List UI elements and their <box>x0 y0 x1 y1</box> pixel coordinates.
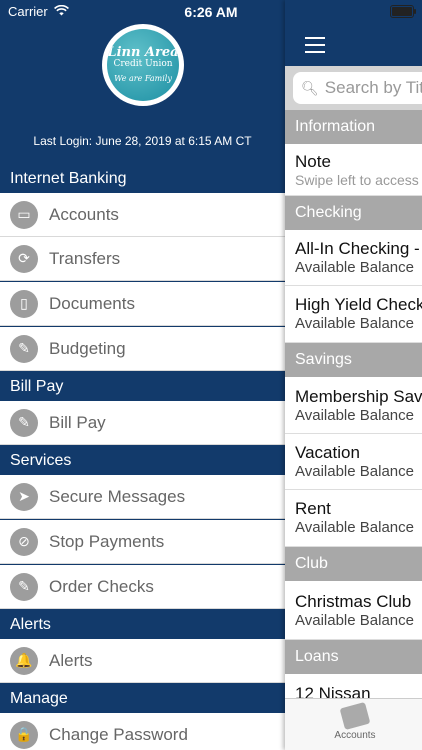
menu-item-label: Budgeting <box>49 338 126 358</box>
bell-icon: 🔔 <box>10 646 38 675</box>
account-row[interactable]: Rent Available Balance <box>285 490 422 547</box>
paper-plane-icon: ➤ <box>10 482 38 511</box>
menu-item-secure-messages[interactable]: ➤ Secure Messages <box>0 475 285 519</box>
prohibited-icon: ⊘ <box>10 527 38 556</box>
account-name: All-In Checking - <box>295 239 420 258</box>
menu-item-label: Alerts <box>49 650 93 670</box>
accounts-icon: ▭ <box>10 200 38 229</box>
search-input[interactable]: 🔍︎ Search by Tit <box>293 72 422 104</box>
logo-line-3: We are Family <box>114 74 172 83</box>
tab-accounts-label: Accounts <box>334 730 376 741</box>
list-item-note[interactable]: Note Swipe left to access <box>285 144 422 196</box>
transfers-icon: ⟳ <box>10 244 38 273</box>
credit-union-logo: Linn Area Credit Union We are Family <box>102 24 184 106</box>
accounts-panel: 🔍︎ Search by Tit Information Note Swipe … <box>285 0 422 750</box>
menu-item-label: Stop Payments <box>49 531 165 551</box>
menu-item-label: Order Checks <box>49 576 154 596</box>
account-balance-label: Available Balance <box>295 407 414 424</box>
search-bar: 🔍︎ Search by Tit <box>285 66 422 110</box>
section-checking: Checking <box>285 196 422 230</box>
account-row[interactable]: Membership Sav Available Balance <box>285 377 422 434</box>
menu-item-transfers[interactable]: ⟳ Transfers <box>0 237 285 281</box>
section-bill-pay: Bill Pay <box>0 373 285 401</box>
menu-item-label: Transfers <box>49 248 121 268</box>
account-name: Vacation <box>295 443 360 462</box>
edit-icon: ✎ <box>10 572 38 601</box>
bill-pay-icon: ✎ <box>10 408 38 437</box>
status-bar: Carrier 6:26 AM <box>0 0 422 22</box>
note-title: Note <box>295 152 331 171</box>
menu-item-order-checks[interactable]: ✎ Order Checks <box>0 565 285 609</box>
menu-item-bill-pay[interactable]: ✎ Bill Pay <box>0 401 285 445</box>
last-login-text: Last Login: June 28, 2019 at 6:15 AM CT <box>33 134 252 148</box>
logo-line-2: Credit Union <box>113 59 173 69</box>
menu-item-label: Accounts <box>49 204 119 224</box>
account-balance-label: Available Balance <box>295 315 414 332</box>
section-internet-banking: Internet Banking <box>0 165 285 193</box>
side-menu: Linn Area Credit Union We are Family Las… <box>0 0 285 750</box>
budgeting-icon: ✎ <box>10 334 38 363</box>
menu-item-label: Change Password <box>49 724 188 744</box>
section-manage: Manage <box>0 685 285 713</box>
section-loans: Loans <box>285 640 422 674</box>
menu-item-documents[interactable]: ▯ Documents <box>0 282 285 326</box>
account-row[interactable]: Vacation Available Balance <box>285 434 422 490</box>
section-savings: Savings <box>285 343 422 377</box>
menu-item-accounts[interactable]: ▭ Accounts <box>0 193 285 237</box>
logo-line-1: Linn Area <box>107 45 179 60</box>
hamburger-menu-icon[interactable] <box>305 37 325 58</box>
account-name: Christmas Club <box>295 592 412 611</box>
status-time: 6:26 AM <box>184 4 238 20</box>
menu-item-label: Documents <box>49 293 135 313</box>
account-name: High Yield Check <box>295 295 422 314</box>
section-alerts: Alerts <box>0 611 285 639</box>
account-name: Rent <box>295 499 331 518</box>
section-information: Information <box>285 110 422 144</box>
menu-item-budgeting[interactable]: ✎ Budgeting <box>0 327 285 371</box>
document-icon: ▯ <box>10 289 38 318</box>
menu-item-alerts[interactable]: 🔔 Alerts <box>0 639 285 683</box>
menu-item-label: Bill Pay <box>49 412 106 432</box>
section-services: Services <box>0 447 285 475</box>
account-balance-label: Available Balance <box>295 259 414 276</box>
account-balance-label: Available Balance <box>295 612 414 629</box>
section-club: Club <box>285 547 422 581</box>
menu-item-stop-payments[interactable]: ⊘ Stop Payments <box>0 520 285 564</box>
battery-icon <box>390 5 416 18</box>
lock-icon: 🔒 <box>10 720 38 749</box>
account-balance-label: Available Balance <box>295 519 414 536</box>
account-balance-label: Available Balance <box>295 463 414 480</box>
account-row[interactable]: Christmas Club Available Balance <box>285 581 422 640</box>
account-row[interactable]: High Yield Check Available Balance <box>285 286 422 343</box>
note-subtitle: Swipe left to access <box>295 172 419 188</box>
tab-bar: Accounts <box>285 698 422 750</box>
accounts-card-icon <box>339 702 371 730</box>
account-name: Membership Sav <box>295 387 422 406</box>
tab-accounts[interactable]: Accounts <box>323 702 387 741</box>
search-placeholder: Search by Tit <box>324 78 422 97</box>
menu-item-change-password[interactable]: 🔒 Change Password <box>0 713 285 750</box>
search-icon: 🔍︎ <box>301 79 319 96</box>
account-row[interactable]: All-In Checking - Available Balance <box>285 230 422 286</box>
menu-item-label: Secure Messages <box>49 486 186 506</box>
